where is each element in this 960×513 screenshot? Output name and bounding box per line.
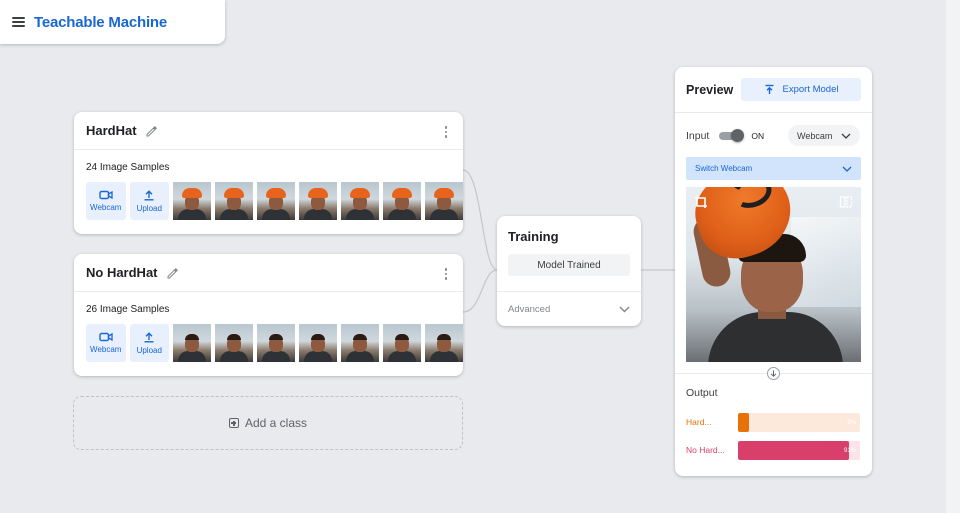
- train-model-button[interactable]: Model Trained: [508, 254, 630, 276]
- class-name[interactable]: No HardHat: [86, 265, 158, 280]
- sample-thumbnail[interactable]: [299, 182, 337, 220]
- chevron-down-icon: [619, 306, 630, 312]
- input-label: Input: [686, 130, 710, 142]
- sample-thumbnail[interactable]: [257, 182, 295, 220]
- edit-icon[interactable]: [166, 267, 178, 279]
- upload-button[interactable]: Upload: [129, 324, 169, 362]
- output-class-label: No Hard...: [686, 445, 725, 455]
- confidence-value: 91%: [843, 447, 856, 454]
- preview-card: Preview Export Model Input ON Webcam Swi…: [675, 67, 872, 476]
- class-card-header: No HardHat: [74, 254, 463, 292]
- class-name[interactable]: HardHat: [86, 123, 137, 138]
- sample-thumbnail[interactable]: [173, 182, 211, 220]
- sample-thumbnail[interactable]: [215, 182, 253, 220]
- input-toggle[interactable]: [719, 129, 745, 142]
- switch-webcam-select[interactable]: Switch Webcam: [686, 157, 861, 180]
- upload-icon: [144, 331, 154, 342]
- switch-webcam-label: Switch Webcam: [695, 164, 753, 173]
- arrow-down-icon: [767, 367, 780, 380]
- training-card: Training Model Trained Advanced: [497, 216, 641, 326]
- webcam-button-label: Webcam: [90, 345, 122, 354]
- confidence-fill: [738, 413, 749, 432]
- samples-count: 26 Image Samples: [86, 304, 170, 315]
- class-card-hardhat: HardHat 24 Image Samples Webcam Upload: [74, 112, 463, 234]
- export-icon: [765, 84, 773, 94]
- upload-button[interactable]: Upload: [129, 182, 169, 220]
- sample-row: Webcam Upload: [74, 324, 463, 362]
- webcam-button[interactable]: Webcam: [86, 182, 126, 220]
- video-camera-icon: [99, 332, 113, 342]
- upload-icon: [144, 189, 154, 200]
- add-box-icon: [228, 418, 239, 428]
- chevron-down-icon: [841, 133, 851, 139]
- sample-thumbnail[interactable]: [425, 182, 463, 220]
- preview-title: Preview: [686, 82, 734, 97]
- confidence-bar: 9%: [738, 413, 860, 432]
- app-title: Teachable Machine: [34, 13, 168, 31]
- samples-count: 24 Image Samples: [86, 162, 170, 173]
- sample-thumbnail[interactable]: [341, 182, 379, 220]
- class-card-no-hardhat: No HardHat 26 Image Samples Webcam Uploa…: [74, 254, 463, 376]
- input-source-select[interactable]: Webcam: [788, 125, 860, 146]
- sample-thumbnail[interactable]: [257, 324, 295, 362]
- advanced-label: Advanced: [508, 303, 551, 315]
- advanced-toggle[interactable]: Advanced: [497, 291, 641, 326]
- sample-thumbnail[interactable]: [341, 324, 379, 362]
- toggle-knob: [731, 129, 745, 142]
- output-row: Hard... 9%: [686, 413, 861, 432]
- edit-icon[interactable]: [145, 125, 157, 137]
- training-title: Training: [508, 229, 559, 244]
- chevron-down-icon: [842, 166, 852, 172]
- sample-thumbnail[interactable]: [215, 324, 253, 362]
- sample-thumbnail[interactable]: [425, 324, 463, 362]
- sample-thumbnail[interactable]: [383, 182, 421, 220]
- flip-icon[interactable]: [839, 195, 853, 209]
- scroll-strip: [946, 0, 960, 513]
- upload-button-label: Upload: [136, 345, 162, 355]
- webcam-feed: [686, 187, 861, 362]
- output-row: No Hard... 91%: [686, 441, 861, 460]
- input-source-value: Webcam: [797, 130, 833, 141]
- export-model-button[interactable]: Export Model: [741, 78, 861, 101]
- more-options-icon[interactable]: [444, 268, 447, 280]
- webcam-button-label: Webcam: [90, 203, 122, 212]
- add-class-button[interactable]: Add a class: [73, 396, 463, 450]
- output-title: Output: [686, 387, 718, 399]
- output-class-label: Hard...: [686, 417, 712, 427]
- menu-icon[interactable]: [12, 17, 25, 27]
- sample-thumbnails: [173, 182, 463, 220]
- sample-row: Webcam Upload: [74, 182, 463, 220]
- confidence-value: 9%: [847, 419, 856, 426]
- sample-thumbnail[interactable]: [383, 324, 421, 362]
- sample-thumbnails: [173, 324, 463, 362]
- more-options-icon[interactable]: [444, 126, 447, 138]
- video-camera-icon: [99, 190, 113, 200]
- sample-thumbnail[interactable]: [299, 324, 337, 362]
- export-model-label: Export Model: [782, 84, 839, 95]
- preview-header: Preview Export Model: [675, 67, 872, 113]
- toggle-state: ON: [751, 131, 765, 141]
- class-card-header: HardHat: [74, 112, 463, 150]
- confidence-bar: 91%: [738, 441, 860, 460]
- sample-thumbnail[interactable]: [173, 324, 211, 362]
- app-header: Teachable Machine: [0, 0, 225, 44]
- add-class-label: Add a class: [244, 416, 308, 430]
- confidence-fill: [738, 441, 850, 460]
- crop-icon[interactable]: [694, 195, 708, 209]
- upload-button-label: Upload: [136, 203, 162, 213]
- webcam-button[interactable]: Webcam: [86, 324, 126, 362]
